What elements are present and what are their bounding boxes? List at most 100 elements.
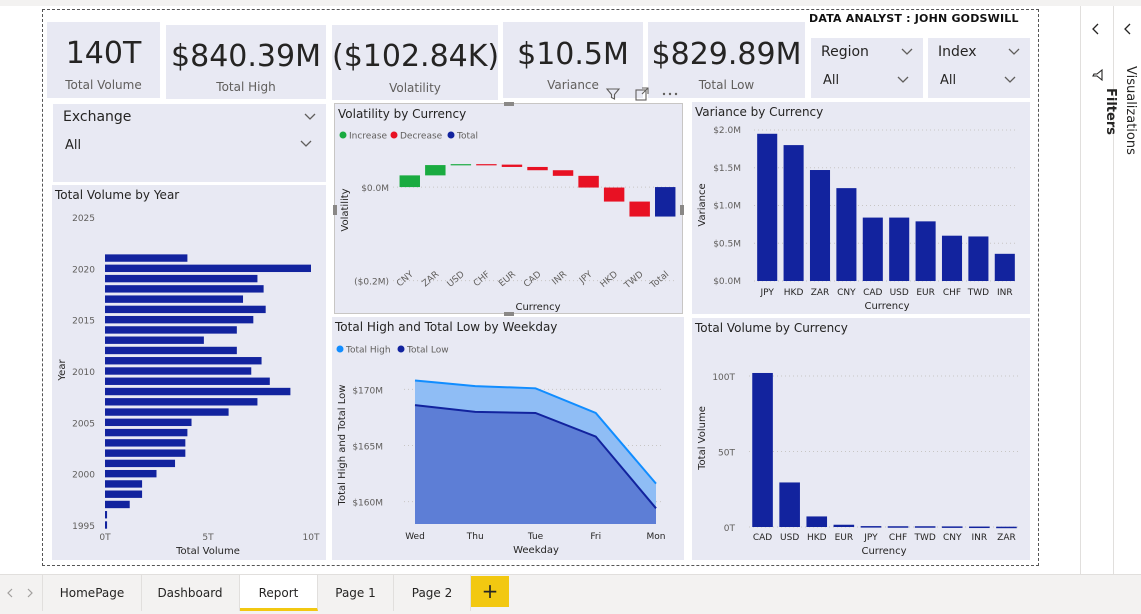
focus-mode-icon[interactable] <box>634 86 650 102</box>
filters-pane-label[interactable]: Filters <box>1078 88 1118 148</box>
bar <box>105 285 264 293</box>
variance-bar-plot: $2.0M $1.5M $1.0M $0.5M $0.0M JPY HKD ZAR CNY CAD… <box>697 126 1018 312</box>
x-tick-label: HKD <box>784 288 804 298</box>
volume-by-currency-chart[interactable]: Total Volume by Currency 100T 50T 0T CAD USD… <box>692 318 1030 560</box>
x-tick-label: JPY <box>760 288 775 298</box>
chevron-down-icon[interactable] <box>1004 76 1016 84</box>
exchange-slicer[interactable]: Exchange All <box>53 104 326 182</box>
bar <box>806 516 828 527</box>
x-tick-label: ZAR <box>421 270 442 290</box>
legend-marker <box>397 345 405 353</box>
y-tick-label: $0.5M <box>713 239 741 249</box>
x-tick-label: USD <box>446 270 467 290</box>
x-tick-label: INR <box>972 533 988 543</box>
waterfall-bar <box>450 164 472 166</box>
collapse-filters-icon[interactable] <box>1090 22 1102 36</box>
y-tick-label: 2015 <box>72 317 95 327</box>
y-tick-label: $165M <box>352 443 383 453</box>
x-tick-label: Total <box>648 270 671 292</box>
resize-handle[interactable] <box>680 205 684 215</box>
bar <box>105 428 188 437</box>
x-tick-label: ZAR <box>997 533 1016 543</box>
bar <box>941 235 963 281</box>
chevron-down-icon[interactable] <box>901 48 913 56</box>
y-tick-label: 2020 <box>72 265 95 275</box>
chevron-down-icon[interactable] <box>897 76 909 84</box>
bar <box>836 188 857 281</box>
y-tick-label: 2005 <box>72 419 95 429</box>
bar <box>915 221 936 281</box>
waterfall-bar <box>629 201 650 217</box>
slicer-title: Exchange <box>63 109 132 125</box>
kpi-value: ($102.84K) <box>332 39 500 74</box>
x-tick-label: TWD <box>622 270 646 292</box>
resize-handle[interactable] <box>504 312 514 316</box>
high-low-area-plot: Total High Total Low $170M $165M $160M Wed Thu… <box>336 345 665 556</box>
add-page-button[interactable]: + <box>471 576 509 607</box>
slicer-value[interactable]: All <box>823 73 839 88</box>
volume-by-year-chart[interactable]: Total Volume by Year 2025 2020 2015 2010 200… <box>52 185 326 560</box>
y-tick-label: 1995 <box>72 522 95 532</box>
waterfall-bar <box>425 165 446 176</box>
bar <box>105 511 108 519</box>
previous-page-icon[interactable] <box>6 588 14 598</box>
kpi-total-high[interactable]: $840.39M Total High <box>166 25 326 99</box>
bar <box>914 526 936 528</box>
x-tick-label: Wed <box>405 532 425 542</box>
volatility-by-currency-chart[interactable]: Volatility by Currency Increase Decrease T… <box>334 103 683 314</box>
bar <box>860 526 882 528</box>
x-tick-label: EUR <box>916 288 935 298</box>
x-tick-label: 5T <box>202 533 214 543</box>
slicer-value[interactable]: All <box>65 138 81 153</box>
bar <box>105 469 157 478</box>
volume-by-year-plot: 2025 2020 2015 2010 2005 2000 1995 0T 5T 10T Total… <box>57 214 320 557</box>
visualizations-pane-label[interactable]: Visualizations <box>1118 66 1138 176</box>
legend-label: Decrease <box>400 132 443 142</box>
bar <box>105 254 188 262</box>
kpi-variance[interactable]: $10.5M Variance <box>503 22 643 98</box>
kpi-total-volume[interactable]: 140T Total Volume <box>47 22 160 98</box>
tab-report[interactable]: Report <box>240 575 318 611</box>
high-low-by-weekday-chart[interactable]: Total High and Total Low by Weekday Tota… <box>332 317 684 560</box>
resize-handle[interactable] <box>333 205 337 215</box>
chevron-down-icon[interactable] <box>1008 48 1020 56</box>
resize-handle[interactable] <box>504 102 514 106</box>
chevron-down-icon[interactable] <box>304 113 316 121</box>
x-tick-label: CNY <box>395 269 416 289</box>
region-slicer[interactable]: Region All <box>811 38 923 98</box>
x-tick-label: INR <box>997 288 1013 298</box>
y-axis-label: Year <box>57 359 68 382</box>
tab-homepage[interactable]: HomePage <box>42 575 142 611</box>
waterfall-bar <box>603 187 625 202</box>
waterfall-bar <box>501 164 523 167</box>
bar <box>105 336 204 344</box>
x-tick-label: TWD <box>913 533 935 543</box>
bar <box>105 264 311 273</box>
tab-page-2[interactable]: Page 2 <box>394 575 471 611</box>
collapse-visualizations-icon[interactable] <box>1122 22 1134 36</box>
analyst-label: DATA ANALYST : JOHN GODSWILL <box>809 12 1019 25</box>
tab-page-1[interactable]: Page 1 <box>318 575 394 611</box>
x-axis-label: Currency <box>861 546 906 557</box>
bar <box>105 408 229 416</box>
x-tick-label: EUR <box>835 533 854 543</box>
chevron-down-icon[interactable] <box>300 140 312 148</box>
y-axis-label: Volatility <box>340 188 351 231</box>
x-tick-label: ZAR <box>811 288 830 298</box>
filter-icon[interactable] <box>605 86 621 102</box>
tab-dashboard[interactable]: Dashboard <box>141 575 240 611</box>
slicer-value[interactable]: All <box>940 73 956 88</box>
bar <box>757 133 778 281</box>
bar <box>105 295 244 303</box>
y-tick-label: $160M <box>352 499 383 509</box>
variance-by-currency-chart[interactable]: Variance by Currency $2.0M $1.5M $1.0M $0.5… <box>692 102 1030 314</box>
kpi-volatility[interactable]: ($102.84K) Volatility <box>332 25 500 100</box>
kpi-value: $10.5M <box>517 37 629 72</box>
next-page-icon[interactable] <box>26 588 34 598</box>
bar <box>968 236 989 281</box>
x-tick-label: USD <box>780 533 799 543</box>
index-slicer[interactable]: Index All <box>928 38 1030 98</box>
x-tick-label: CHF <box>943 288 961 298</box>
more-options-icon[interactable] <box>661 86 679 102</box>
top-strip <box>0 0 1141 6</box>
